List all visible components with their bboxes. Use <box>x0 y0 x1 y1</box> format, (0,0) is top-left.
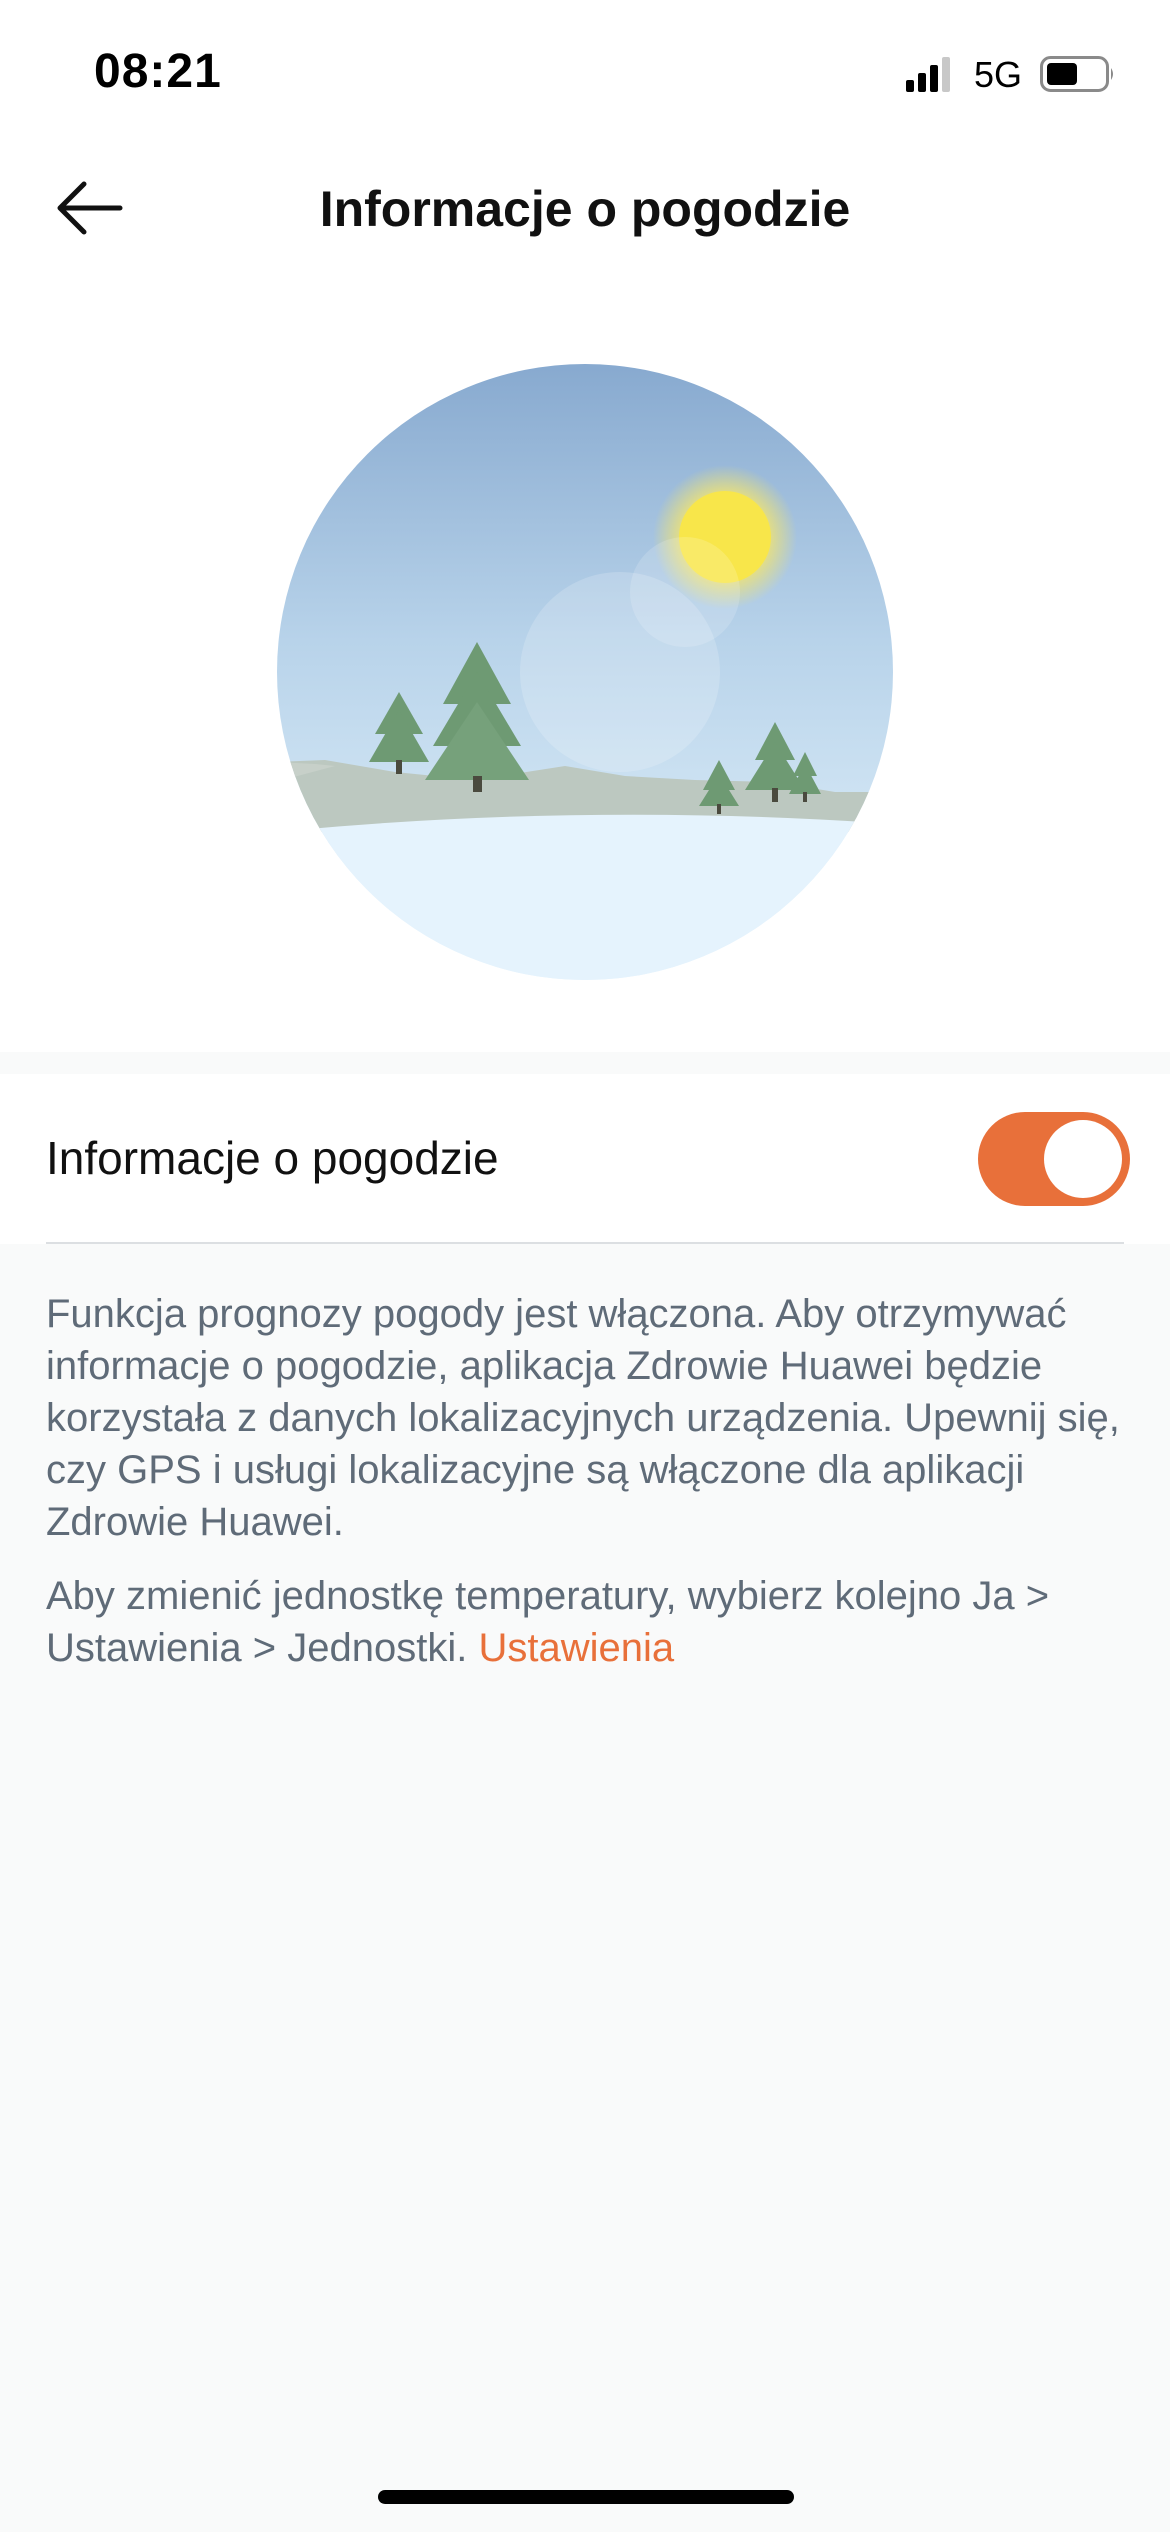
description-paragraph-location: Funkcja prognozy pogody jest włączona. A… <box>46 1292 1120 1544</box>
home-indicator[interactable] <box>378 2490 794 2504</box>
page-title: Informacje o pogodzie <box>319 181 851 237</box>
weather-description: Funkcja prognozy pogody jest włączona. A… <box>46 1288 1136 1674</box>
battery-icon <box>1040 56 1113 92</box>
weather-info-toggle[interactable] <box>978 1112 1130 1206</box>
weather-info-setting-row[interactable]: Informacje o pogodzie <box>0 1074 1170 1244</box>
weather-info-label: Informacje o pogodzie <box>46 1132 499 1184</box>
signal-icon <box>906 57 950 92</box>
network-label: 5G <box>974 54 1023 95</box>
header: Informacje o pogodzie <box>0 150 1170 266</box>
weather-landscape-illustration <box>277 364 893 980</box>
toggle-knob <box>1044 1120 1122 1198</box>
description-paragraph-units: Aby zmienić jednostkę temperatury, wybie… <box>46 1570 1136 1674</box>
status-bar: 08:21 5G <box>0 0 1170 150</box>
status-time: 08:21 <box>94 45 222 98</box>
divider <box>46 1242 1124 1244</box>
settings-link[interactable]: Ustawienia <box>478 1626 674 1670</box>
